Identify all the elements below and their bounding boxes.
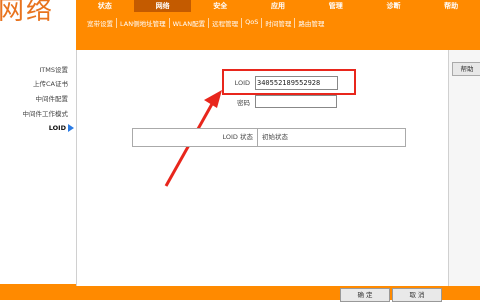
loid-status-label: LOID 状态 bbox=[133, 129, 258, 146]
loid-status-row: LOID 状态 初始状态 bbox=[132, 128, 406, 147]
loid-status-value: 初始状态 bbox=[262, 133, 288, 141]
annotation-arrow-icon bbox=[164, 90, 222, 187]
